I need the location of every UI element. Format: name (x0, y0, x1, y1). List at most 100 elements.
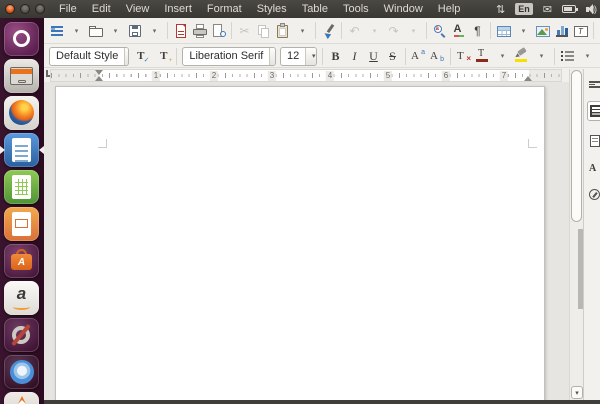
launcher-item-amazon[interactable]: a (4, 281, 39, 315)
insert-table-button[interactable] (494, 20, 513, 41)
minimize-button[interactable] (20, 4, 30, 14)
launcher-item-chromium[interactable] (4, 355, 39, 389)
chevron-down-icon[interactable]: ▾ (269, 48, 276, 65)
bullets-button[interactable] (558, 46, 577, 67)
toolbar-separator (176, 48, 177, 65)
paste-button[interactable] (273, 20, 292, 41)
right-indent-marker[interactable] (524, 76, 532, 81)
italic-button[interactable]: I (345, 46, 364, 67)
menubar: File Edit View Insert Format Styles Tabl… (58, 2, 461, 16)
tab-styles[interactable]: A (587, 159, 600, 179)
bullets-dropdown[interactable]: ▾ (578, 46, 597, 67)
menu-tools[interactable]: Tools (342, 2, 370, 16)
launcher-item-libreoffice-calc[interactable] (4, 170, 39, 204)
launcher-item-system-settings[interactable] (4, 318, 39, 352)
superscript-button[interactable]: Aa (409, 46, 428, 67)
highlight-color-icon (514, 48, 529, 64)
clear-formatting-button[interactable]: T× (454, 46, 473, 67)
text-direction-icon[interactable]: ⇅ (496, 3, 505, 16)
menu-view[interactable]: View (125, 2, 151, 16)
highlight-color-dropdown[interactable]: ▾ (532, 46, 551, 67)
tab-navigator[interactable] (587, 185, 600, 205)
battery-icon[interactable] (562, 5, 576, 13)
tab-page[interactable] (587, 131, 600, 151)
new-document-button[interactable] (47, 20, 66, 41)
chevron-down-icon[interactable]: ▾ (124, 48, 129, 65)
insert-image-button[interactable] (533, 20, 552, 41)
table-icon (496, 23, 512, 39)
italic-icon: I (353, 50, 357, 62)
paste-dropdown[interactable]: ▾ (293, 20, 312, 41)
launcher-item-libreoffice-impress[interactable] (4, 207, 39, 241)
document-page[interactable] (55, 86, 545, 400)
menu-file[interactable]: File (58, 2, 78, 16)
tab-properties[interactable] (587, 101, 600, 121)
first-line-indent-marker[interactable] (95, 70, 103, 75)
menu-edit[interactable]: Edit (91, 2, 112, 16)
menu-window[interactable]: Window (383, 2, 424, 16)
formatting-marks-button[interactable]: ¶ (468, 20, 487, 41)
launcher-item-libreoffice-writer[interactable] (4, 133, 39, 167)
calc-spreadsheet-icon (12, 175, 31, 199)
new-document-dropdown[interactable]: ▾ (67, 20, 86, 41)
sidebar-settings-button[interactable] (587, 75, 600, 95)
horizontal-ruler: 1 2 3 4 5 6 7 (50, 69, 562, 82)
new-style-button[interactable]: T+ (154, 46, 173, 67)
spelling-button[interactable]: A (449, 20, 468, 41)
open-dropdown[interactable]: ▾ (106, 20, 125, 41)
insert-textbox-button[interactable]: T (571, 20, 590, 41)
print-button[interactable] (190, 20, 209, 41)
unity-launcher: A a (0, 18, 44, 404)
launcher-item-dash-home[interactable] (4, 22, 39, 56)
toolbar-separator (450, 48, 451, 65)
menu-table[interactable]: Table (301, 2, 329, 16)
font-size-combo[interactable]: 12 ▾ (280, 47, 317, 66)
launcher-item-vlc[interactable] (4, 392, 39, 404)
strikethrough-button[interactable]: S (383, 46, 402, 67)
launcher-item-firefox[interactable] (4, 96, 39, 130)
menu-help[interactable]: Help (437, 2, 462, 16)
open-button[interactable] (86, 20, 105, 41)
spelling-icon: A (452, 23, 466, 39)
subscript-button[interactable]: Ab (428, 46, 447, 67)
update-style-button[interactable]: T✓ (131, 46, 150, 67)
bold-button[interactable]: B (326, 46, 345, 67)
launcher-item-files[interactable] (4, 59, 39, 93)
print-preview-button[interactable] (209, 20, 228, 41)
scrollbar-thumb[interactable] (571, 70, 582, 222)
menu-styles[interactable]: Styles (256, 2, 288, 16)
vertical-scrollbar[interactable]: ▾ (569, 69, 583, 400)
save-dropdown[interactable]: ▾ (145, 20, 164, 41)
chromium-icon (10, 360, 34, 384)
launcher-item-software-center[interactable]: A (4, 244, 39, 278)
scrollbar-down-button[interactable]: ▾ (571, 386, 583, 399)
document-area (44, 82, 583, 400)
volume-icon[interactable]: )) (586, 4, 596, 15)
find-replace-button[interactable]: a (430, 20, 449, 41)
highlight-color-button[interactable] (512, 46, 531, 67)
chevron-down-icon[interactable]: ▾ (305, 48, 317, 65)
menu-insert[interactable]: Insert (163, 2, 193, 16)
firefox-icon (9, 100, 34, 125)
paragraph-style-combo[interactable]: Default Style ▾ (49, 47, 129, 66)
left-indent-marker[interactable] (95, 76, 103, 81)
styles-icon: A (589, 163, 600, 176)
font-color-dropdown[interactable]: ▾ (493, 46, 512, 67)
ruler-number: 7 (500, 71, 508, 81)
toolbar-separator (322, 48, 323, 65)
insert-chart-button[interactable] (552, 20, 571, 41)
menu-format[interactable]: Format (206, 2, 243, 16)
export-pdf-button[interactable] (171, 20, 190, 41)
clone-formatting-button[interactable] (319, 20, 338, 41)
close-button[interactable] (5, 4, 15, 14)
keyboard-indicator[interactable]: En (515, 3, 533, 15)
save-button[interactable] (125, 20, 144, 41)
superscript-icon: Aa (411, 49, 426, 63)
writer-document-icon (12, 138, 31, 162)
font-color-button[interactable]: T (473, 46, 492, 67)
mail-icon[interactable]: ✉ (543, 3, 552, 16)
underline-button[interactable]: U (364, 46, 383, 67)
insert-table-dropdown[interactable]: ▾ (514, 20, 533, 41)
font-name-combo[interactable]: Liberation Serif ▾ (182, 47, 276, 66)
maximize-button[interactable] (35, 4, 45, 14)
